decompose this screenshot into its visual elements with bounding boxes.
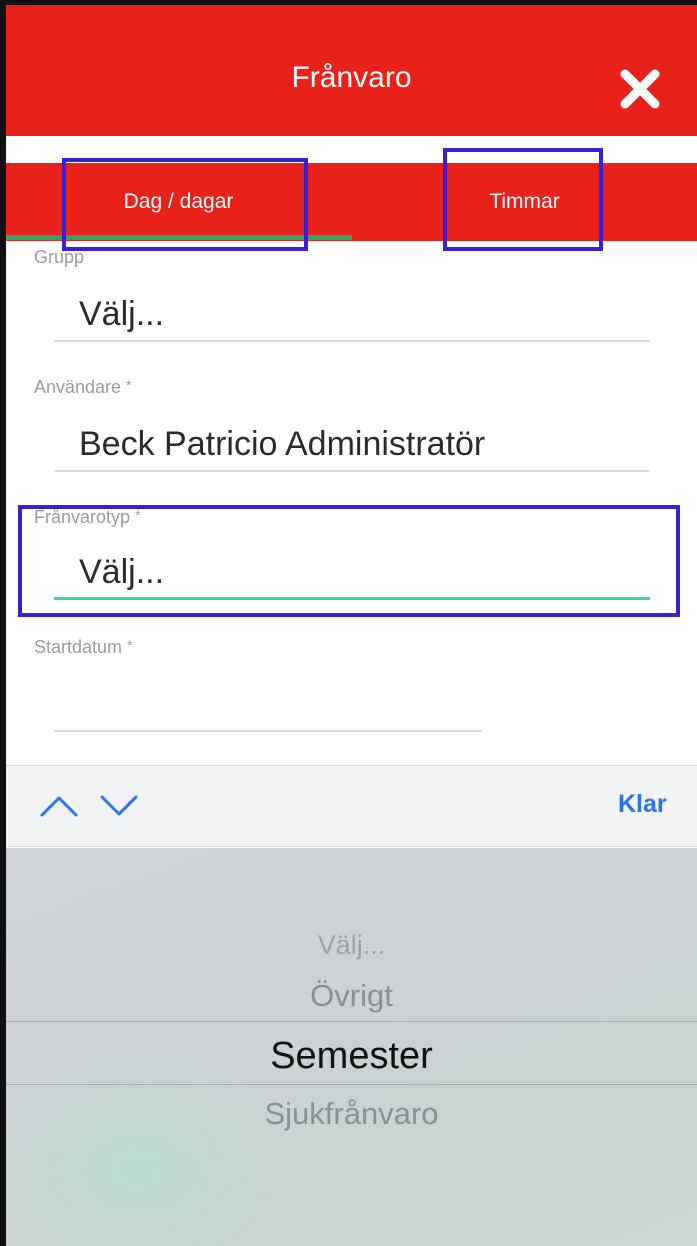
grupp-underline: [54, 340, 650, 342]
franvarotyp-field[interactable]: [79, 553, 639, 592]
next-field-button[interactable]: [99, 793, 139, 819]
franvarotyp-label: Frånvarotyp *: [34, 507, 141, 528]
selection-divider-top: [6, 1021, 697, 1022]
previous-field-button[interactable]: [39, 793, 79, 819]
picker-option-semester[interactable]: Semester: [6, 1035, 697, 1078]
grupp-label: Grupp: [34, 247, 84, 268]
picker-option-valj[interactable]: Välj...: [6, 930, 697, 961]
app-screen: Frånvaro Dag / dagar Timmar Grupp Använd…: [0, 0, 697, 1246]
franvarotyp-label-text: Frånvarotyp: [34, 507, 131, 527]
page-title: Frånvaro: [291, 61, 412, 94]
done-button[interactable]: Klar: [618, 790, 667, 819]
grupp-field[interactable]: [79, 295, 639, 334]
picker-option-ovrigt[interactable]: Övrigt: [6, 978, 697, 1014]
startdatum-underline: [54, 730, 482, 732]
required-mark: *: [127, 637, 133, 653]
tab-timmar[interactable]: Timmar: [352, 163, 697, 241]
required-mark: *: [135, 507, 141, 523]
chevron-up-icon: [40, 796, 78, 817]
close-icon: [620, 69, 660, 109]
tab-bar: Dag / dagar Timmar: [6, 163, 697, 241]
anvandare-underline: [54, 470, 650, 472]
anvandare-label: Användare *: [34, 377, 132, 398]
required-mark: *: [126, 377, 132, 393]
chevron-down-icon: [100, 795, 138, 816]
close-button[interactable]: [618, 67, 662, 111]
picker-toolbar: Klar: [6, 765, 697, 847]
option-picker[interactable]: Välj... Övrigt Semester Sjukfrånvaro: [6, 848, 697, 1246]
franvarotyp-underline: [54, 597, 650, 600]
active-tab-indicator: [6, 235, 352, 240]
tab-dag-dagar[interactable]: Dag / dagar: [6, 163, 351, 241]
grupp-label-text: Grupp: [34, 247, 85, 267]
anvandare-field[interactable]: [79, 425, 639, 464]
header-bar: Frånvaro: [6, 5, 697, 136]
picker-option-sjukfranvaro[interactable]: Sjukfrånvaro: [6, 1096, 697, 1132]
startdatum-label: Startdatum *: [34, 637, 133, 658]
anvandare-label-text: Användare: [34, 377, 122, 397]
header-gap: [6, 136, 697, 163]
startdatum-label-text: Startdatum: [34, 637, 123, 657]
selection-divider-bottom: [6, 1084, 697, 1085]
startdatum-field[interactable]: [79, 677, 499, 716]
